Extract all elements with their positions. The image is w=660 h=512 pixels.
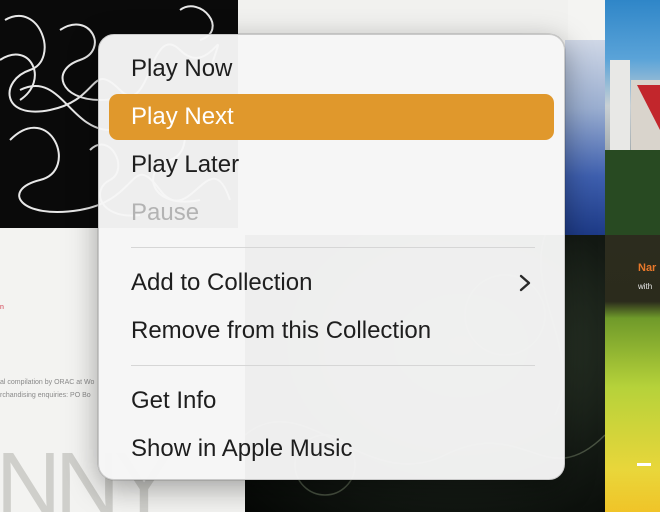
menu-separator: [131, 247, 535, 248]
album-art-city[interactable]: [605, 0, 660, 235]
menu-item-play-now[interactable]: Play Now: [109, 46, 554, 92]
menu-item-label: Remove from this Collection: [131, 317, 432, 344]
chevron-right-icon: [519, 274, 531, 292]
album-subtitle-text: with: [638, 282, 653, 291]
album-art-blue[interactable]: [565, 40, 605, 235]
menu-item-play-later[interactable]: Play Later: [109, 142, 554, 188]
menu-item-label: Play Now: [131, 55, 233, 82]
menu-item-play-next[interactable]: Play Next: [109, 94, 554, 140]
album-title-text: Nar: [638, 262, 657, 274]
context-menu: Play Now Play Next Play Later Pause Add …: [98, 34, 565, 480]
menu-item-get-info[interactable]: Get Info: [109, 378, 554, 424]
album-caption-2: rchandising enquiries: PO Bo: [0, 392, 91, 399]
menu-item-remove-from-collection[interactable]: Remove from this Collection: [109, 308, 554, 354]
menu-item-show-in-apple-music[interactable]: Show in Apple Music: [109, 426, 554, 472]
menu-item-add-to-collection[interactable]: Add to Collection: [109, 260, 554, 306]
menu-item-pause: Pause: [109, 190, 554, 236]
menu-item-label: Play Later: [131, 151, 240, 178]
album-art-green[interactable]: [605, 235, 660, 512]
menu-item-label: Play Next: [131, 103, 234, 130]
menu-separator: [131, 365, 535, 366]
menu-item-label: Show in Apple Music: [131, 435, 353, 462]
menu-item-label: Add to Collection: [131, 269, 313, 296]
menu-item-label: Pause: [131, 199, 200, 226]
album-caption-1: al compilation by ORAC at Wo: [0, 379, 95, 386]
menu-item-label: Get Info: [131, 387, 217, 414]
